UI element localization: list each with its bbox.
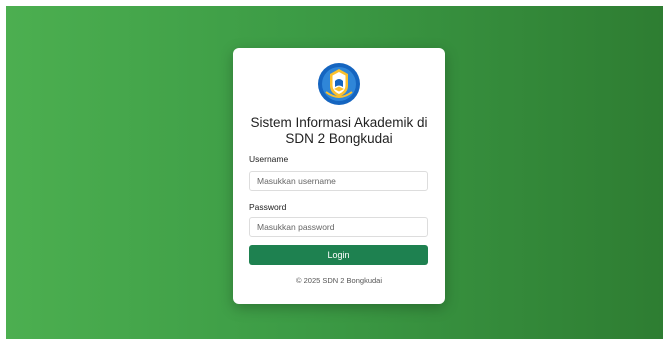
title-line-2: SDN 2 Bongkudai: [285, 131, 393, 146]
username-label: Username: [249, 154, 289, 164]
page-title: Sistem Informasi Akademik di SDN 2 Bongk…: [239, 115, 439, 147]
footer-copyright: © 2025 SDN 2 Bongkudai: [296, 276, 382, 285]
password-field[interactable]: [249, 217, 428, 237]
login-button[interactable]: Login: [249, 245, 428, 265]
title-line-1: Sistem Informasi Akademik di: [250, 115, 428, 130]
login-card: Sistem Informasi Akademik di SDN 2 Bongk…: [233, 48, 445, 304]
username-field[interactable]: [249, 171, 428, 191]
school-emblem-icon: [317, 62, 361, 106]
password-label: Password: [249, 202, 287, 212]
